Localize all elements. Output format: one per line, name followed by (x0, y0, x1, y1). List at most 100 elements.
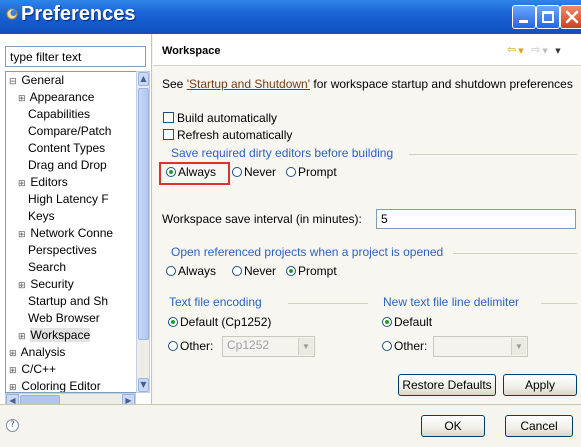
open-ref-always-radio[interactable]: Always (166, 264, 216, 278)
expand-icon[interactable]: ⊞ (18, 229, 27, 240)
tree-item-label: Security (30, 277, 74, 291)
help-icon[interactable]: ? (6, 419, 19, 432)
forward-dropdown-icon[interactable]: ▼ (542, 47, 549, 55)
tree-item-label: Analysis (20, 345, 66, 359)
radio-label: Default (394, 315, 433, 329)
tree-item-drag-and-drop[interactable]: Drag and Drop (28, 158, 107, 175)
filter-input[interactable] (5, 46, 146, 67)
encoding-other-radio[interactable]: Other: (168, 339, 213, 353)
group-divider (409, 154, 577, 155)
expand-icon[interactable]: ⊞ (9, 382, 18, 392)
tree-item-editors[interactable]: ⊞ Editors (18, 175, 68, 192)
maximize-button[interactable] (536, 5, 560, 29)
tree-item-label: Network Conne (30, 226, 114, 240)
tree-item-capabilities[interactable]: Capabilities (28, 107, 90, 124)
tree-item-label: Editors (30, 175, 68, 189)
tree-item-search[interactable]: Search (28, 260, 66, 277)
dialog-footer: ? OK Cancel (0, 405, 581, 447)
checkbox-icon[interactable] (163, 129, 174, 140)
cancel-button[interactable]: Cancel (505, 415, 573, 437)
tree-item-general[interactable]: ⊟ General (9, 73, 64, 90)
forward-arrow-icon[interactable]: ⇨ (531, 43, 542, 56)
tree-item-coloring-editor[interactable]: ⊞ Coloring Editor (9, 379, 101, 392)
tree-item-label: Compare/Patch (28, 124, 112, 138)
ok-button[interactable]: OK (421, 415, 485, 437)
radio-label: Default (Cp1252) (180, 315, 272, 329)
close-button[interactable] (560, 5, 581, 29)
tree-item-label: Content Types (28, 141, 106, 155)
tree-item-compare-patch[interactable]: Compare/Patch (28, 124, 111, 141)
tree-item-label: High Latency F (28, 192, 109, 206)
chevron-down-icon[interactable]: ▼ (511, 338, 526, 355)
checkbox-icon[interactable] (163, 112, 174, 123)
tree-vertical-scrollbar[interactable]: ▲ ▼ (136, 71, 150, 393)
radio-icon[interactable] (382, 317, 392, 327)
chevron-down-icon[interactable]: ▼ (298, 338, 313, 355)
open-ref-prompt-radio[interactable]: Prompt (286, 264, 337, 278)
tree-item-workspace[interactable]: ⊞ Workspace (18, 328, 91, 345)
expand-icon[interactable]: ⊞ (18, 178, 27, 189)
tree-item-security[interactable]: ⊞ Security (18, 277, 74, 294)
radio-icon[interactable] (286, 167, 296, 177)
delimiter-default-radio[interactable]: Default (382, 315, 432, 329)
encoding-other-combo[interactable]: Cp1252 ▼ (222, 336, 315, 357)
refresh-auto-checkbox[interactable]: Refresh automatically (163, 128, 292, 142)
tree-item-web-browser[interactable]: Web Browser (28, 311, 100, 328)
back-arrow-icon[interactable]: ⇦ (507, 43, 518, 56)
window-title: Preferences (21, 3, 136, 25)
delimiter-other-combo[interactable]: ▼ (433, 336, 528, 357)
scroll-up-icon[interactable]: ▲ (138, 72, 149, 86)
expand-icon[interactable]: ⊞ (9, 348, 18, 359)
startup-shutdown-link[interactable]: 'Startup and Shutdown' (187, 77, 310, 91)
title-bar[interactable]: Preferences (0, 0, 581, 34)
radio-label: Never (244, 165, 277, 179)
radio-icon[interactable] (286, 266, 296, 276)
scroll-down-icon[interactable]: ▼ (138, 378, 149, 392)
tree-item-keys[interactable]: Keys (28, 209, 55, 226)
save-interval-input[interactable] (376, 209, 576, 229)
tree-item-perspectives[interactable]: Perspectives (28, 243, 97, 260)
radio-icon[interactable] (166, 266, 176, 276)
expand-icon[interactable]: ⊞ (18, 331, 27, 342)
preference-tree: ⊟ General ⊞ Appearance Capabilities Comp… (5, 71, 136, 393)
radio-label: Other: (180, 339, 214, 353)
expand-icon[interactable]: ⊞ (18, 93, 27, 104)
minimize-button[interactable] (512, 5, 536, 29)
tree-item-analysis[interactable]: ⊞ Analysis (9, 345, 65, 362)
back-dropdown-icon[interactable]: ▼ (518, 47, 525, 55)
expand-icon[interactable]: ⊞ (9, 365, 18, 376)
delimiter-group-title: New text file line delimiter (383, 295, 520, 309)
tree-item-content-types[interactable]: Content Types (28, 141, 105, 158)
collapse-icon[interactable]: ⊟ (9, 76, 18, 87)
scroll-thumb[interactable] (138, 88, 149, 340)
radio-icon[interactable] (168, 341, 178, 351)
save-interval-label: Workspace save interval (in minutes): (162, 212, 362, 226)
view-menu-icon[interactable]: ▼ (555, 47, 562, 55)
encoding-group-title: Text file encoding (169, 295, 262, 309)
tree-item-label: Keys (28, 209, 55, 223)
open-ref-never-radio[interactable]: Never (232, 264, 276, 278)
tree-item-appearance[interactable]: ⊞ Appearance (18, 90, 94, 107)
radio-icon[interactable] (166, 167, 176, 177)
radio-icon[interactable] (382, 341, 392, 351)
expand-icon[interactable]: ⊞ (18, 280, 27, 291)
tree-item-network-connections[interactable]: ⊞ Network Conne (18, 226, 113, 243)
tree-item-cpp[interactable]: ⊞ C/C++ (9, 362, 56, 379)
close-icon (565, 10, 579, 24)
build-auto-checkbox[interactable]: Build automatically (163, 111, 277, 125)
tree-item-label: Startup and Sh (28, 294, 109, 308)
restore-defaults-button[interactable]: Restore Defaults (398, 374, 496, 396)
save-dirty-never-radio[interactable]: Never (232, 165, 276, 179)
radio-icon[interactable] (232, 266, 242, 276)
radio-icon[interactable] (168, 317, 178, 327)
tree-item-high-latency[interactable]: High Latency F (28, 192, 109, 209)
save-dirty-always-radio[interactable]: Always (166, 165, 216, 179)
encoding-default-radio[interactable]: Default (Cp1252) (168, 315, 271, 329)
save-dirty-prompt-radio[interactable]: Prompt (286, 165, 337, 179)
preference-page: Workspace ⇦▼ ⇨▼ ▼ See 'Startup and Shutd… (153, 34, 581, 404)
radio-icon[interactable] (232, 167, 242, 177)
apply-button[interactable]: Apply (503, 374, 577, 396)
tree-item-startup-shutdown[interactable]: Startup and Sh (28, 294, 108, 311)
delimiter-other-radio[interactable]: Other: (382, 339, 427, 353)
checkbox-label: Refresh automatically (177, 128, 293, 142)
